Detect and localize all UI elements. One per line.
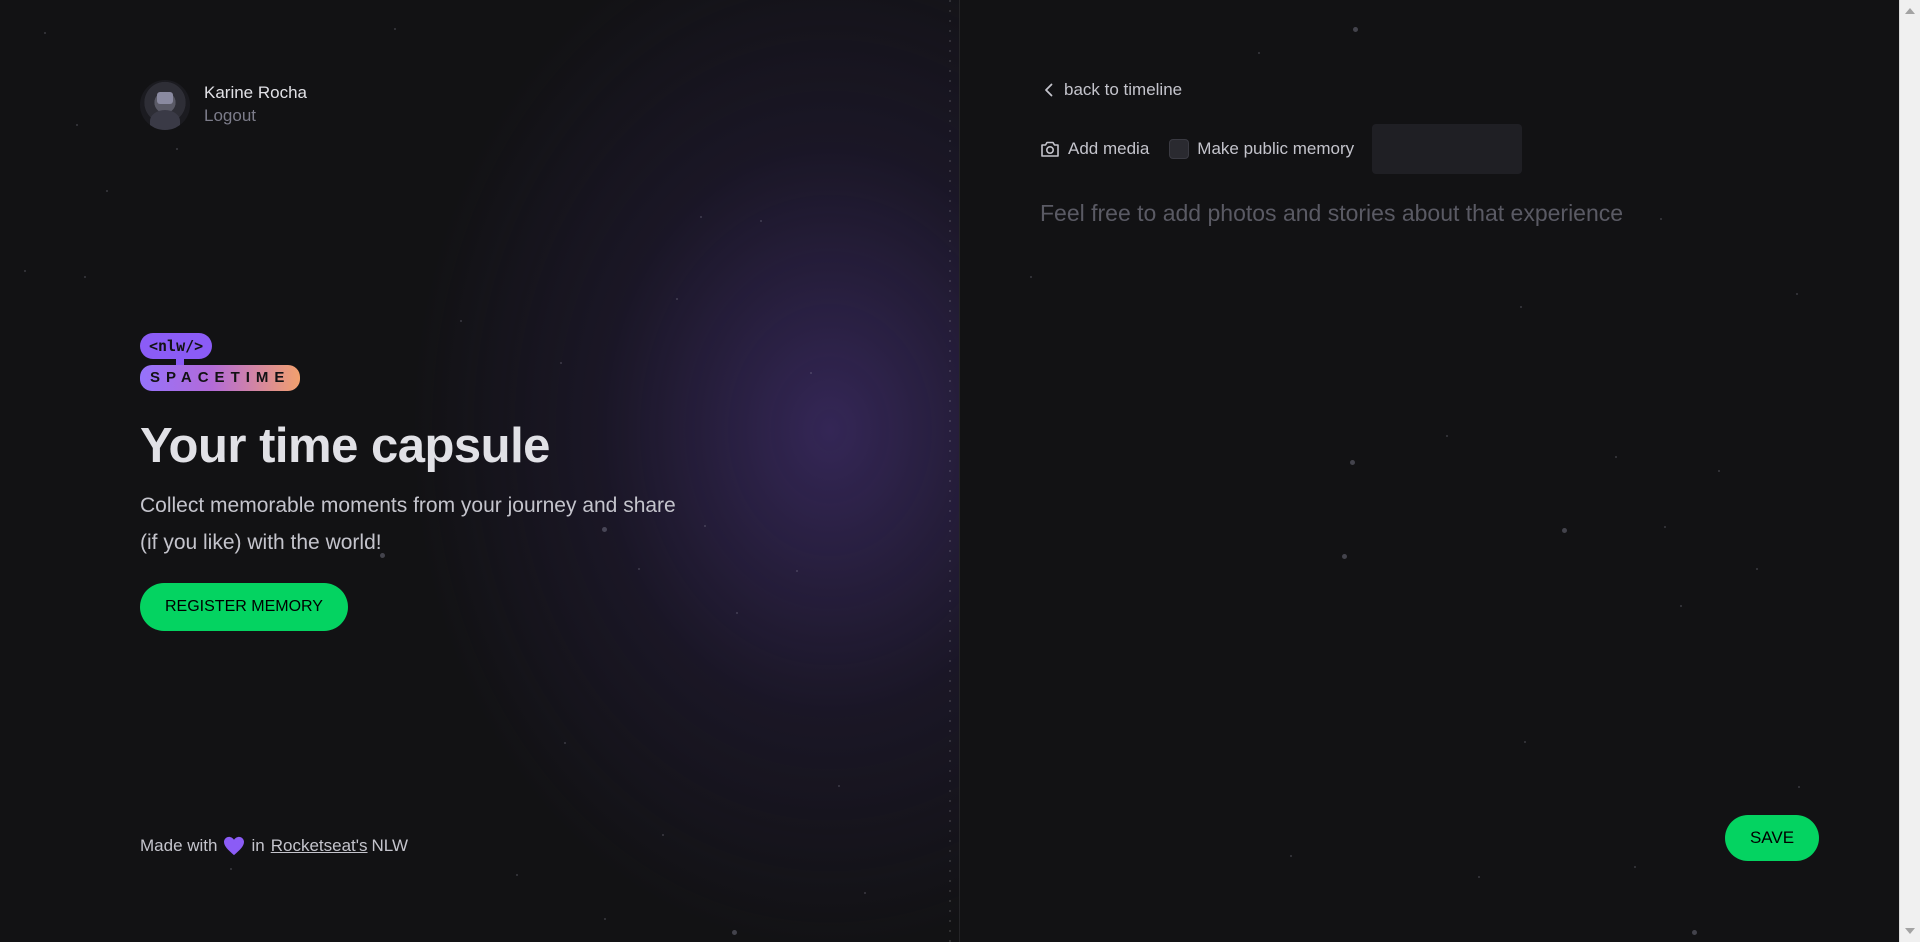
spacetime-logo: <nlw/> SPACETIME [140, 333, 301, 391]
heart-icon [224, 836, 245, 856]
footer-suffix: NLW [371, 836, 409, 855]
user-profile: Karine Rocha Logout [140, 80, 307, 130]
logo-nlw-badge: <nlw/> [140, 333, 213, 359]
make-public-toggle[interactable]: Make public memory [1169, 139, 1354, 159]
page-title: Your time capsule [140, 419, 550, 473]
app-root: Karine Rocha Logout <nlw/> SPACETIME You… [0, 0, 1899, 942]
footer-in: in [251, 836, 265, 855]
make-public-label: Make public memory [1197, 139, 1355, 158]
save-button[interactable]: SAVE [1725, 815, 1819, 861]
footer-prefix: Made with [140, 836, 218, 855]
user-name: Karine Rocha [204, 83, 308, 102]
logout-link[interactable]: Logout [204, 104, 307, 128]
editor-toolbar: Add media Make public memory [1040, 124, 1523, 174]
back-label: back to timeline [1064, 80, 1183, 99]
left-panel: Karine Rocha Logout <nlw/> SPACETIME You… [0, 0, 960, 942]
logo-spacetime-badge: SPACETIME [140, 365, 301, 391]
add-media-button[interactable]: Add media [1040, 139, 1149, 159]
scroll-down-icon[interactable] [1905, 928, 1915, 934]
page-subtitle: Collect memorable moments from your jour… [140, 494, 676, 554]
avatar [140, 80, 190, 130]
make-public-checkbox[interactable] [1169, 139, 1190, 159]
vertical-scrollbar[interactable] [1899, 0, 1920, 942]
scroll-up-icon[interactable] [1905, 8, 1915, 14]
rocketseat-link[interactable]: Rocketseat's [271, 836, 368, 856]
memory-content-textarea[interactable] [1040, 196, 1820, 756]
profile-text: Karine Rocha Logout [204, 82, 307, 128]
footer: Made with in Rocketseat's NLW [140, 836, 408, 856]
add-media-label: Add media [1068, 139, 1150, 158]
back-to-timeline-link[interactable]: back to timeline [1044, 80, 1182, 100]
chevron-left-icon [1045, 83, 1053, 97]
register-memory-button[interactable]: REGISTER MEMORY [140, 583, 348, 631]
camera-icon [1041, 141, 1059, 157]
media-preview-field [1372, 124, 1523, 174]
right-panel: back to timeline Add media Make public m… [960, 0, 1899, 942]
